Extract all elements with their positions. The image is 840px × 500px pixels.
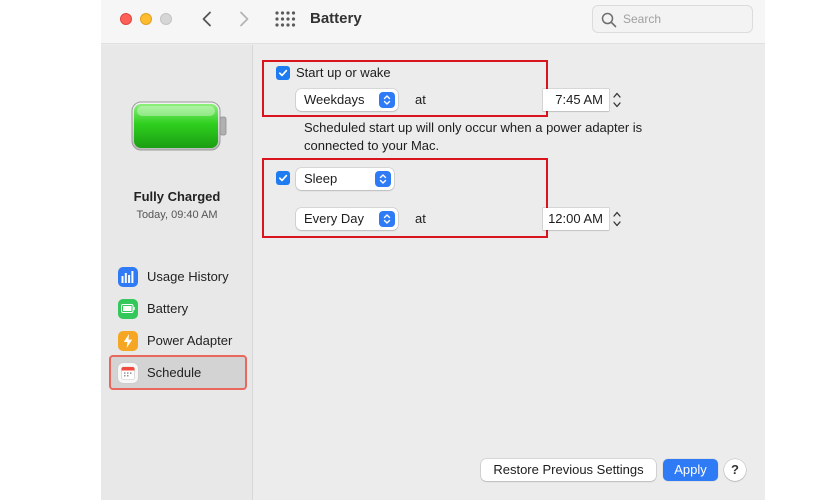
- charge-status-title: Fully Charged: [133, 189, 221, 204]
- sidebar-item-label: Schedule: [147, 365, 202, 380]
- search-icon: [601, 12, 617, 28]
- popup-arrows-icon: [375, 171, 391, 187]
- battery-icon: [118, 298, 138, 319]
- stepper-arrows-icon: [613, 92, 621, 108]
- sleep-action-value: Sleep: [304, 171, 338, 186]
- startup-note: Scheduled start up will only occur when …: [304, 120, 643, 153]
- popup-arrows-icon: [379, 211, 395, 227]
- sidebar-item-label: Usage History: [147, 269, 229, 284]
- toolbar: Battery: [101, 0, 765, 44]
- sleep-time-field[interactable]: 12:00 AM: [543, 208, 609, 230]
- stepper-arrows-icon: [613, 211, 621, 227]
- popup-arrows-icon: [379, 92, 395, 108]
- calendar-icon: [118, 362, 138, 383]
- startup-at-label: at: [415, 92, 426, 107]
- window-title: Battery: [310, 10, 362, 27]
- grid-icon: [275, 11, 296, 27]
- sidebar-item-battery[interactable]: Battery: [111, 293, 245, 324]
- forward-button[interactable]: [232, 8, 256, 30]
- sidebar-item-power-adapter[interactable]: Power Adapter: [111, 325, 245, 356]
- startup-checkbox[interactable]: [276, 66, 290, 80]
- search-field[interactable]: [592, 5, 753, 33]
- show-all-button[interactable]: [274, 10, 296, 28]
- sidebar-item-usage-history[interactable]: Usage History: [111, 261, 245, 292]
- startup-days-value: Weekdays: [304, 92, 365, 107]
- restore-previous-settings-button[interactable]: Restore Previous Settings: [481, 459, 656, 481]
- sleep-days-popup[interactable]: Every Day: [296, 208, 398, 230]
- zoom-window-button[interactable]: [160, 13, 172, 25]
- startup-time-stepper[interactable]: [611, 89, 623, 111]
- sleep-time-stepper[interactable]: [611, 208, 623, 230]
- startup-days-popup[interactable]: Weekdays: [296, 89, 398, 111]
- startup-label: Start up or wake: [296, 65, 391, 80]
- back-button[interactable]: [195, 8, 219, 30]
- usage-history-icon: [118, 266, 138, 287]
- sleep-checkbox[interactable]: [276, 171, 290, 185]
- sidebar-item-label: Power Adapter: [147, 333, 233, 348]
- sleep-days-value: Every Day: [304, 211, 364, 226]
- sidebar-item-label: Battery: [147, 301, 189, 316]
- sleep-at-label: at: [415, 211, 426, 226]
- help-button[interactable]: ?: [724, 459, 746, 481]
- search-input[interactable]: [623, 10, 743, 28]
- battery-charged-icon: [131, 101, 227, 151]
- checkmark-icon: [278, 174, 288, 182]
- close-window-button[interactable]: [120, 13, 132, 25]
- apply-button[interactable]: Apply: [663, 459, 718, 481]
- minimize-window-button[interactable]: [140, 13, 152, 25]
- schedule-panel: Start up or wake Weekdays at 7:45 AM Sch…: [254, 45, 765, 500]
- sidebar: Fully Charged Today, 09:40 AM Usage Hist…: [101, 45, 253, 500]
- checkmark-icon: [278, 69, 288, 77]
- power-adapter-icon: [118, 330, 138, 351]
- startup-time-field[interactable]: 7:45 AM: [543, 89, 609, 111]
- chevron-right-icon: [240, 11, 249, 27]
- chevron-left-icon: [202, 11, 211, 27]
- sleep-action-popup[interactable]: Sleep: [296, 168, 394, 190]
- battery-preferences-window: Battery Search Fully Charged Today, 09:4…: [101, 0, 765, 500]
- charge-status-time: Today, 09:40 AM: [136, 209, 218, 221]
- sidebar-item-schedule[interactable]: Schedule: [109, 355, 247, 390]
